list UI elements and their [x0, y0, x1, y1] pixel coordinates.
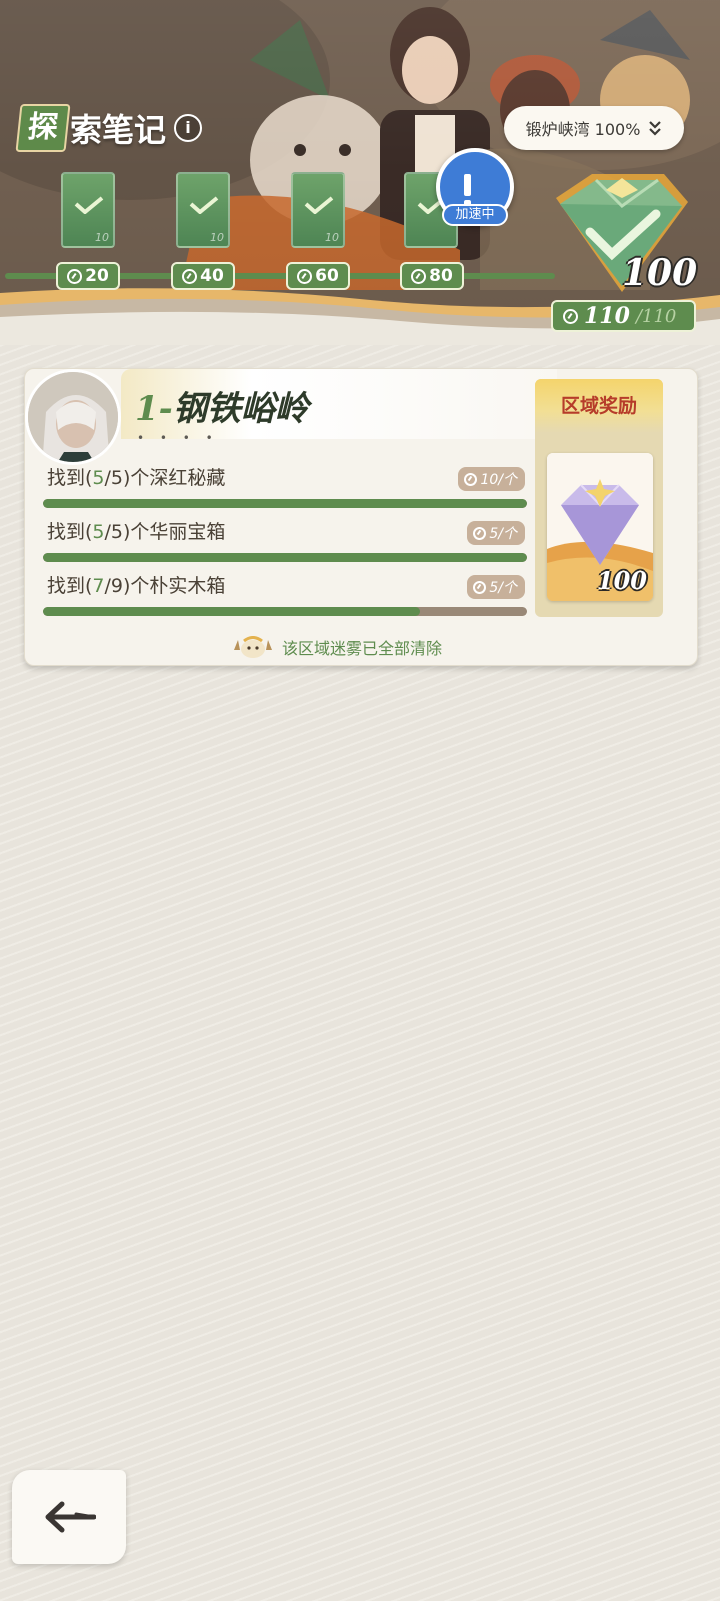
points-max: /110	[635, 305, 677, 327]
region-index: 1	[135, 389, 159, 429]
clock-icon	[563, 308, 578, 324]
milestone-card-3[interactable]: 10	[291, 172, 345, 248]
task-row: 找到(7/9)个朴实木箱 5/个	[43, 571, 527, 621]
header-banner: 探 索笔记 i 锻炉峡湾 100% 10 20 10 40 10 60 80 加…	[0, 0, 720, 345]
points-current: 110	[584, 303, 630, 329]
clock-icon	[473, 580, 487, 594]
milestone-points-value: 80	[429, 266, 453, 286]
speed-up-label: 加速中	[442, 204, 508, 226]
region-reward-title: 区域奖励	[535, 379, 663, 433]
task-reward-badge: 10/个	[458, 467, 525, 491]
pause-icon	[464, 174, 488, 222]
title-first-char: 探	[15, 104, 71, 152]
clock-icon	[464, 472, 478, 486]
back-button[interactable]	[12, 1470, 126, 1564]
task-row: 找到(5/5)个深红秘藏 10/个	[43, 463, 527, 513]
milestone-card-num: 10	[95, 231, 109, 244]
region-dots: • • • •	[137, 431, 219, 445]
task-reward-badge: 5/个	[467, 521, 525, 545]
region-reward-item[interactable]: 100	[547, 453, 653, 601]
task-reward-value: 10/个	[480, 472, 517, 488]
chevron-down-icon	[648, 120, 662, 136]
region-reward-panel[interactable]: 区域奖励 100	[535, 379, 663, 617]
clock-icon	[411, 268, 427, 284]
milestone-points-value: 40	[200, 266, 224, 286]
milestone-points-2: 40	[171, 262, 235, 290]
back-arrow-icon	[45, 1501, 96, 1533]
region-card[interactable]: 1-钢铁峪岭 • • • • 找到(5/5)个深红秘藏 10/个 找到(5/5)…	[24, 368, 698, 666]
exploration-points-total: 110 /110	[551, 300, 696, 332]
title-text: 索笔记	[70, 111, 167, 149]
fog-cleared-note: 该区域迷雾已全部清除	[230, 635, 442, 659]
check-icon	[189, 196, 219, 214]
task-progress-bar	[43, 553, 527, 562]
clock-icon	[297, 268, 313, 284]
milestone-points-1: 20	[56, 262, 120, 290]
avatar	[25, 369, 121, 465]
task-row: 找到(5/5)个华丽宝箱 5/个	[43, 517, 527, 567]
clock-icon	[182, 268, 198, 284]
clock-icon	[67, 268, 83, 284]
region-selector[interactable]: 锻炉峡湾 100%	[504, 106, 684, 150]
milestone-points-3: 60	[286, 262, 350, 290]
milestone-card-num: 10	[210, 231, 224, 244]
region-name: 钢铁峪岭	[172, 389, 309, 429]
task-progress-bar	[43, 607, 527, 616]
region-selector-label: 锻炉峡湾 100%	[525, 120, 641, 139]
clock-icon	[473, 526, 487, 540]
info-icon[interactable]: i	[174, 114, 203, 142]
milestone-points-value: 60	[315, 266, 339, 286]
check-icon	[74, 196, 104, 214]
task-text: 找到(7/9)个朴实木箱	[47, 575, 226, 597]
milestone-points-value: 20	[85, 266, 109, 286]
task-text: 找到(5/5)个深红秘藏	[47, 467, 226, 489]
mascot-icon	[234, 636, 272, 658]
check-icon	[304, 196, 334, 214]
fog-cleared-text: 该区域迷雾已全部清除	[282, 639, 443, 658]
task-text: 找到(5/5)个华丽宝箱	[47, 521, 226, 543]
milestone-card-num: 10	[325, 231, 339, 244]
task-progress-bar	[43, 499, 527, 508]
milestone-points-4: 80	[400, 262, 464, 290]
task-reward-value: 5/个	[489, 580, 517, 596]
task-reward-value: 5/个	[489, 526, 517, 542]
region-separator: -	[158, 389, 173, 429]
final-reward-count: 100	[622, 252, 698, 294]
page-title: 探 索笔记 i	[15, 104, 203, 152]
task-reward-badge: 5/个	[467, 575, 525, 599]
milestone-card-1[interactable]: 10	[61, 172, 115, 248]
milestone-card-2[interactable]: 10	[176, 172, 230, 248]
region-reward-count: 100	[596, 566, 647, 595]
region-title: 1-钢铁峪岭	[135, 381, 309, 430]
